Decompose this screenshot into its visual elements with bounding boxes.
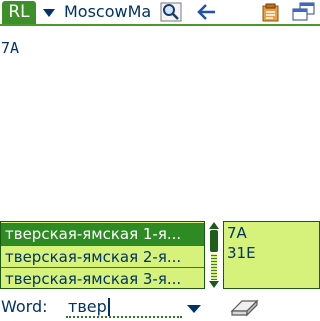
windows-button[interactable] — [292, 2, 315, 22]
translation-panel: 7A 31E — [223, 221, 320, 289]
search-button[interactable] — [160, 2, 182, 22]
result-item[interactable]: тверская-ямская 3-я... — [1, 267, 204, 289]
article-text: 7A — [1, 39, 20, 57]
back-arrow-icon — [197, 4, 215, 20]
scroll-up-icon[interactable] — [209, 222, 219, 229]
clear-button[interactable] — [230, 297, 260, 317]
result-item[interactable]: тверская-ямская 2-я... — [1, 245, 204, 267]
results-list: тверская-ямская 1-я... тверская-ямская 2… — [0, 221, 205, 289]
dictionary-selector[interactable]: MoscowMa — [40, 1, 180, 23]
chevron-down-icon[interactable] — [187, 305, 201, 313]
notes-button[interactable] — [260, 2, 282, 22]
notepad-icon — [262, 3, 279, 22]
text-caret — [108, 298, 110, 316]
scroll-down-icon[interactable] — [209, 281, 219, 288]
translation-item: 31E — [227, 244, 256, 262]
translation-item: 7A — [227, 224, 247, 242]
toolbar-divider — [0, 24, 320, 26]
result-item-selected[interactable]: тверская-ямская 1-я... — [1, 223, 204, 245]
word-label: Word: — [1, 297, 48, 316]
results-scrollbar[interactable] — [207, 221, 221, 289]
article-view: 7A — [0, 27, 320, 219]
back-button[interactable] — [196, 2, 218, 22]
windows-icon — [292, 2, 315, 21]
scroll-thumb[interactable] — [210, 230, 218, 252]
top-toolbar: RL MoscowMa — [0, 0, 320, 24]
eraser-icon — [230, 299, 259, 317]
scroll-track[interactable] — [211, 254, 217, 280]
chevron-down-icon — [43, 9, 55, 17]
magnifier-icon — [160, 2, 182, 22]
app-logo[interactable]: RL — [2, 1, 36, 24]
word-input[interactable] — [66, 296, 182, 318]
dictionary-name: MoscowMa — [64, 2, 152, 21]
